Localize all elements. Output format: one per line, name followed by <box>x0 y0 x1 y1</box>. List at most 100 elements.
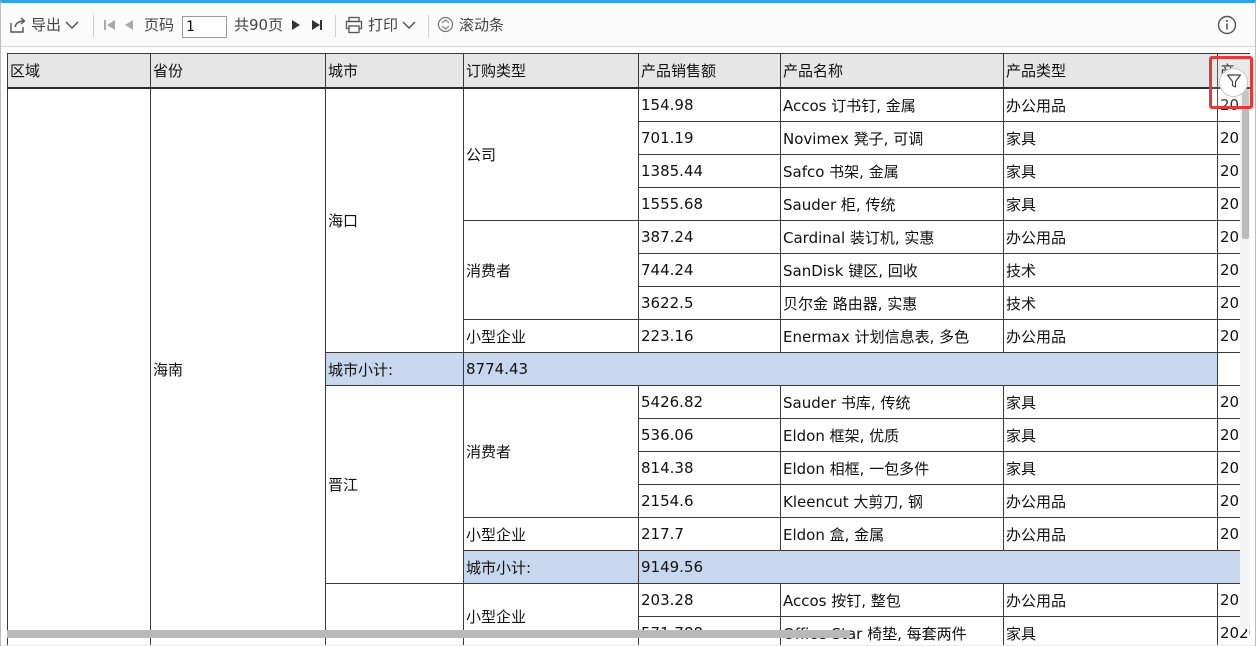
vertical-scrollbar-thumb[interactable] <box>1242 89 1249 239</box>
horizontal-scrollbar-thumb[interactable] <box>7 630 850 638</box>
product-name-cell: Accos 订书钉, 金属 <box>780 87 1004 122</box>
order-type-cell: 小型企业 <box>463 517 639 551</box>
column-header-product-name[interactable]: 产品名称 <box>780 53 1004 89</box>
product-type-cell: 家具 <box>1003 154 1218 188</box>
region-cell <box>7 87 151 646</box>
product-name-cell: Enermax 计划信息表, 多色 <box>780 319 1004 353</box>
subtotal-label: 城市小计: <box>325 352 464 386</box>
toolbar-divider <box>335 15 336 37</box>
column-header-order-type[interactable]: 订购类型 <box>463 53 639 89</box>
column-header-province[interactable]: 省份 <box>150 53 326 89</box>
print-button[interactable]: 打印 <box>345 3 416 46</box>
city-cell: 海口 <box>325 87 464 353</box>
sales-cell: 2154.6 <box>638 484 781 518</box>
report-viewer: 导出 页码 共90页 <box>0 0 1256 646</box>
prev-page-button[interactable] <box>123 3 135 46</box>
product-name-cell: Eldon 相框, 一包多件 <box>780 451 1004 485</box>
product-name-cell: Safco 书架, 金属 <box>780 154 1004 188</box>
sales-cell: 203.28 <box>638 583 781 617</box>
page-label: 页码 <box>144 16 175 34</box>
prev-page-icon <box>123 18 135 32</box>
export-label: 导出 <box>31 16 62 34</box>
product-name-cell: Novimex 凳子, 可调 <box>780 121 1004 155</box>
product-name-cell: Cardinal 装订机, 实惠 <box>780 220 1004 254</box>
table-header-row: 区域 省份 城市 订购类型 产品销售额 产品名称 产品类型 产 <box>7 53 1250 89</box>
total-pages: 共90页 <box>234 16 284 34</box>
scroll-icon <box>437 16 454 33</box>
product-type-cell: 家具 <box>1003 121 1218 155</box>
sales-cell: 223.16 <box>638 319 781 353</box>
first-page-icon <box>103 18 117 32</box>
sales-cell: 3622.5 <box>638 286 781 320</box>
next-page-icon <box>290 18 302 32</box>
last-page-icon <box>310 18 324 32</box>
filter-highlight <box>1209 56 1253 109</box>
subtotal-value: 8774.43 <box>463 352 1218 386</box>
product-type-cell: 技术 <box>1003 286 1218 320</box>
toolbar-divider <box>428 15 429 37</box>
sales-cell: 536.06 <box>638 418 781 452</box>
filter-button[interactable] <box>1219 68 1248 97</box>
column-header-sales[interactable]: 产品销售额 <box>638 53 781 89</box>
product-type-cell: 技术 <box>1003 253 1218 287</box>
product-type-cell: 办公用品 <box>1003 484 1218 518</box>
toolbar: 导出 页码 共90页 <box>1 3 1255 47</box>
sales-cell: 814.38 <box>638 451 781 485</box>
product-type-cell: 办公用品 <box>1003 319 1218 353</box>
sales-cell: 701.19 <box>638 121 781 155</box>
chevron-down-icon <box>65 20 79 30</box>
product-type-cell: 办公用品 <box>1003 517 1218 551</box>
report-table: 区域 省份 城市 订购类型 产品销售额 产品名称 产品类型 产 海南 海口 公司 <box>7 53 1250 646</box>
filter-icon <box>1226 73 1242 93</box>
column-header-city[interactable]: 城市 <box>325 53 464 89</box>
info-button[interactable] <box>1217 3 1237 46</box>
product-name-cell: Sauder 柜, 传统 <box>780 187 1004 221</box>
report-table-container[interactable]: 区域 省份 城市 订购类型 产品销售额 产品名称 产品类型 产 海南 海口 公司 <box>7 53 1250 646</box>
product-type-cell: 办公用品 <box>1003 87 1218 122</box>
sales-cell: 387.24 <box>638 220 781 254</box>
sales-cell: 1385.44 <box>638 154 781 188</box>
subtotal-value: 9149.56 <box>638 550 1250 584</box>
sales-cell: 217.7 <box>638 517 781 551</box>
chevron-down-icon <box>402 20 416 30</box>
sales-cell: 154.98 <box>638 87 781 122</box>
product-name-cell: 贝尔金 路由器, 实惠 <box>780 286 1004 320</box>
product-name-cell: SanDisk 键区, 回收 <box>780 253 1004 287</box>
first-page-button[interactable] <box>103 3 117 46</box>
product-type-cell: 办公用品 <box>1003 583 1218 617</box>
subtotal-label: 城市小计: <box>463 550 639 584</box>
table-row: 海南 海口 公司 154.98 Accos 订书钉, 金属 办公用品 2019 <box>7 87 1250 646</box>
export-icon <box>9 16 27 34</box>
product-name-cell: Sauder 书库, 传统 <box>780 385 1004 419</box>
column-header-region[interactable]: 区域 <box>7 53 151 89</box>
sales-cell: 5426.82 <box>638 385 781 419</box>
city-cell: 晋江 <box>325 385 464 584</box>
product-name-cell: Kleencut 大剪刀, 钢 <box>780 484 1004 518</box>
province-cell: 海南 <box>150 87 326 646</box>
product-type-cell: 家具 <box>1003 385 1218 419</box>
product-type-cell: 家具 <box>1003 418 1218 452</box>
product-name-cell: Accos 按钉, 整包 <box>780 583 1004 617</box>
product-type-cell: 家具 <box>1003 616 1218 646</box>
print-label: 打印 <box>368 16 399 34</box>
product-type-cell: 家具 <box>1003 451 1218 485</box>
sales-cell: 1555.68 <box>638 187 781 221</box>
order-type-cell: 公司 <box>463 87 639 221</box>
toolbar-divider <box>93 15 94 37</box>
column-header-product-type[interactable]: 产品类型 <box>1003 53 1218 89</box>
export-button[interactable]: 导出 <box>9 3 79 46</box>
next-page-button[interactable] <box>290 3 302 46</box>
scroll-label: 滚动条 <box>459 16 505 34</box>
scrollbar-toggle-button[interactable]: 滚动条 <box>437 3 504 46</box>
sales-cell: 744.24 <box>638 253 781 287</box>
page-number-input[interactable] <box>182 16 227 38</box>
product-type-cell: 办公用品 <box>1003 220 1218 254</box>
product-name-cell: Eldon 框架, 优质 <box>780 418 1004 452</box>
order-type-cell: 消费者 <box>463 385 639 518</box>
printer-icon <box>345 16 363 34</box>
order-type-cell: 小型企业 <box>463 319 639 353</box>
info-icon <box>1217 15 1237 35</box>
last-page-button[interactable] <box>310 3 324 46</box>
product-type-cell: 家具 <box>1003 187 1218 221</box>
product-name-cell: Eldon 盒, 金属 <box>780 517 1004 551</box>
